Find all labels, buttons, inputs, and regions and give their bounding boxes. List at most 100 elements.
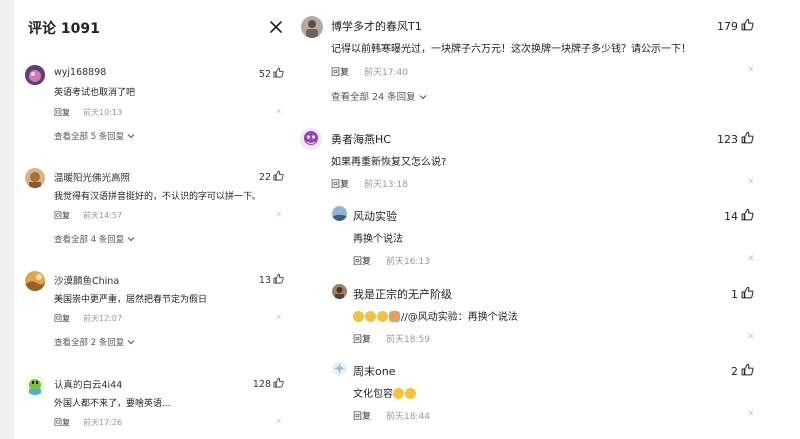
like-count: 13 (258, 274, 271, 286)
view-all-replies-label: 查看全部 5 条回复 (54, 132, 125, 142)
thumb-up-icon (741, 131, 754, 147)
dismiss-x-icon[interactable]: ✕ (747, 332, 755, 342)
comment-time: 前天17:26 (83, 418, 123, 427)
reply-button[interactable]: 回复 (54, 417, 70, 428)
thumb-up-icon (273, 273, 284, 287)
dismiss-x-icon[interactable]: ✕ (747, 409, 755, 419)
like-count: 2 (731, 364, 738, 378)
reply-time: 前天18:44 (386, 412, 430, 422)
view-all-replies-link[interactable]: 查看全部 4 条回复 (54, 233, 135, 245)
reply-username[interactable]: 周末one (353, 363, 395, 379)
dismiss-x-icon[interactable]: ✕ (747, 177, 755, 187)
comment-username[interactable]: 温暖阳光佛光高照 (54, 170, 130, 184)
comment-text: 我觉得有汉语拼音挺好的，不认识的字可以拼一下。 (54, 192, 262, 202)
avatar[interactable] (25, 168, 45, 188)
comment-username[interactable]: 认真的白云4i44 (54, 377, 122, 391)
like-count: 52 (258, 68, 271, 80)
like-button[interactable]: 2 (731, 363, 754, 379)
reply-text-content: 文化包容 (353, 389, 393, 400)
chevron-down-icon (127, 132, 135, 142)
view-all-replies-link[interactable]: 查看全部 24 条回复 (331, 89, 427, 103)
comment-username[interactable]: 沙漠麟鱼China (54, 273, 119, 287)
laughing-emoji-icon (365, 311, 376, 322)
view-all-replies-link[interactable]: 查看全部 2 条回复 (54, 336, 135, 348)
reply-button[interactable]: 回复 (54, 210, 70, 221)
comment-time: 前天14:57 (83, 211, 123, 220)
thumb-up-icon (741, 286, 754, 302)
reply-button[interactable]: 回复 (353, 254, 371, 267)
like-button[interactable]: 179 (717, 18, 754, 34)
comment-panel-left: 评论 1091 wyj168898 52 英语考试也取消了吧 回复 前天10:1… (14, 0, 296, 439)
reply-button[interactable]: 回复 (54, 313, 70, 324)
thumb-up-icon (273, 67, 284, 81)
reply-text: //@风动实验：再换个说法 (353, 308, 518, 323)
like-button[interactable]: 123 (717, 131, 754, 147)
comment-text: 外国人都不来了，要啥英语... (54, 399, 171, 409)
like-count: 179 (717, 19, 738, 33)
comment-username[interactable]: wyj168898 (54, 67, 106, 78)
comment-text: 英语考试也取消了吧 (54, 88, 136, 98)
like-button[interactable]: 1 (731, 286, 754, 302)
thumb-up-icon (741, 363, 754, 379)
laughing-emoji-icon (393, 388, 404, 399)
avatar[interactable] (300, 128, 322, 150)
like-button[interactable]: 128 (253, 377, 284, 391)
comment-time: 前天13:18 (364, 180, 408, 190)
comment-time: 前天12:07 (83, 314, 123, 323)
avatar[interactable] (25, 375, 45, 395)
comment-time: 前天10:13 (83, 108, 123, 117)
like-button[interactable]: 52 (259, 67, 284, 81)
like-button[interactable]: 14 (724, 208, 754, 224)
avatar[interactable] (332, 284, 347, 299)
comment-text: 美国崇中更严重，居然把春节定为假日 (54, 295, 208, 305)
laughing-emoji-icon (405, 388, 416, 399)
avatar[interactable] (25, 271, 45, 291)
chevron-down-icon (419, 92, 427, 103)
avatar[interactable] (25, 65, 45, 85)
reply-time: 前天18:59 (386, 335, 430, 345)
laughing-emoji-icon (377, 311, 388, 322)
thumb-up-icon (741, 18, 754, 34)
avatar[interactable] (332, 206, 347, 221)
like-count: 123 (717, 132, 738, 146)
reply-button[interactable]: 回复 (331, 65, 349, 78)
like-button[interactable]: 13 (259, 273, 284, 287)
reply-text-content: //@风动实验：再换个说法 (401, 312, 518, 323)
like-count: 1 (731, 287, 738, 301)
avatar[interactable] (332, 361, 347, 376)
reply-text: 文化包容 (353, 385, 417, 400)
view-all-replies-label: 查看全部 24 条回复 (331, 92, 416, 103)
reply-button[interactable]: 回复 (331, 177, 349, 190)
dismiss-x-icon[interactable]: ✕ (275, 313, 282, 322)
reply-button[interactable]: 回复 (353, 409, 371, 422)
laughing-emoji-icon (353, 311, 364, 322)
comment-username[interactable]: 博学多才的春风T1 (331, 18, 422, 34)
like-count: 128 (252, 378, 271, 390)
comment-text: 记得以前韩寒曝光过，一块牌子六万元！这次换牌一块牌子多少钱？请公示一下！ (331, 44, 691, 55)
dismiss-x-icon[interactable]: ✕ (747, 254, 755, 264)
reply-button[interactable]: 回复 (353, 332, 371, 345)
reply-username[interactable]: 我是正宗的无产阶级 (353, 286, 452, 302)
thumb-up-icon (273, 170, 284, 184)
dismiss-x-icon[interactable]: ✕ (275, 417, 282, 426)
thumb-up-icon (273, 377, 284, 391)
dismiss-x-icon[interactable]: ✕ (747, 65, 755, 75)
like-button[interactable]: 22 (259, 170, 284, 184)
comment-panel-right: 博学多才的春风T1 179 记得以前韩寒曝光过，一块牌子六万元！这次换牌一块牌子… (296, 0, 800, 439)
like-count: 14 (724, 209, 738, 223)
view-all-replies-link[interactable]: 查看全部 5 条回复 (54, 130, 135, 142)
reply-username[interactable]: 风动实验 (353, 208, 397, 224)
comment-username[interactable]: 勇者海燕HC (331, 131, 391, 147)
fist-emoji-icon (389, 311, 400, 322)
close-icon[interactable] (269, 20, 283, 34)
avatar[interactable] (301, 16, 323, 38)
comment-count-title: 评论 1091 (28, 21, 100, 37)
dismiss-x-icon[interactable]: ✕ (275, 107, 282, 116)
reply-button[interactable]: 回复 (54, 107, 70, 118)
dismiss-x-icon[interactable]: ✕ (275, 210, 282, 219)
chevron-down-icon (127, 235, 135, 245)
comment-time: 前天17:40 (364, 68, 408, 78)
reply-text: 再换个说法 (353, 234, 403, 245)
like-count: 22 (258, 171, 271, 183)
view-all-replies-label: 查看全部 2 条回复 (54, 338, 125, 348)
